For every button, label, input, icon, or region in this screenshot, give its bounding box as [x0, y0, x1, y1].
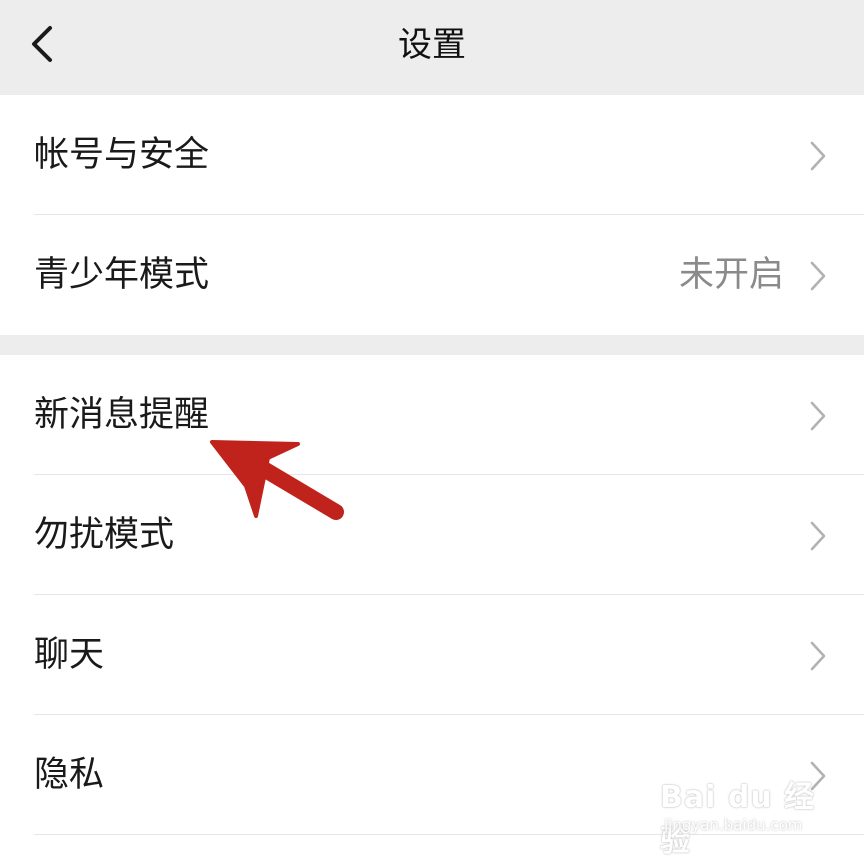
watermark: Bai du 经验 jingyan.baidu.com	[660, 772, 830, 859]
settings-item-do-not-disturb[interactable]: 勿扰模式	[0, 475, 864, 595]
settings-item-status: 未开启	[678, 255, 784, 295]
chevron-right-icon	[810, 141, 826, 171]
settings-item-account-security[interactable]: 帐号与安全	[0, 95, 864, 215]
settings-item-label: 新消息提醒	[34, 395, 210, 435]
chevron-right-icon	[810, 261, 826, 291]
watermark-url: jingyan.baidu.com	[664, 816, 803, 834]
settings-screen: 设置 帐号与安全 青少年模式 未开启 新消息提醒 勿扰模式 聊天 隐私 Bai …	[0, 0, 864, 864]
chevron-right-icon	[810, 641, 826, 671]
page-title: 设置	[398, 25, 466, 65]
settings-item-chat[interactable]: 聊天	[0, 595, 864, 715]
chevron-right-icon	[810, 401, 826, 431]
navigation-bar: 设置	[0, 0, 864, 94]
settings-item-new-message-notification[interactable]: 新消息提醒	[0, 355, 864, 475]
settings-item-label: 青少年模式	[34, 255, 210, 295]
settings-group-account: 帐号与安全 青少年模式 未开启	[0, 95, 864, 335]
settings-item-label: 勿扰模式	[34, 515, 175, 555]
settings-item-label: 帐号与安全	[34, 135, 210, 175]
settings-item-teen-mode[interactable]: 青少年模式 未开启	[0, 215, 864, 335]
chevron-right-icon	[810, 521, 826, 551]
settings-item-label: 隐私	[34, 755, 105, 795]
settings-item-label: 聊天	[34, 635, 105, 675]
